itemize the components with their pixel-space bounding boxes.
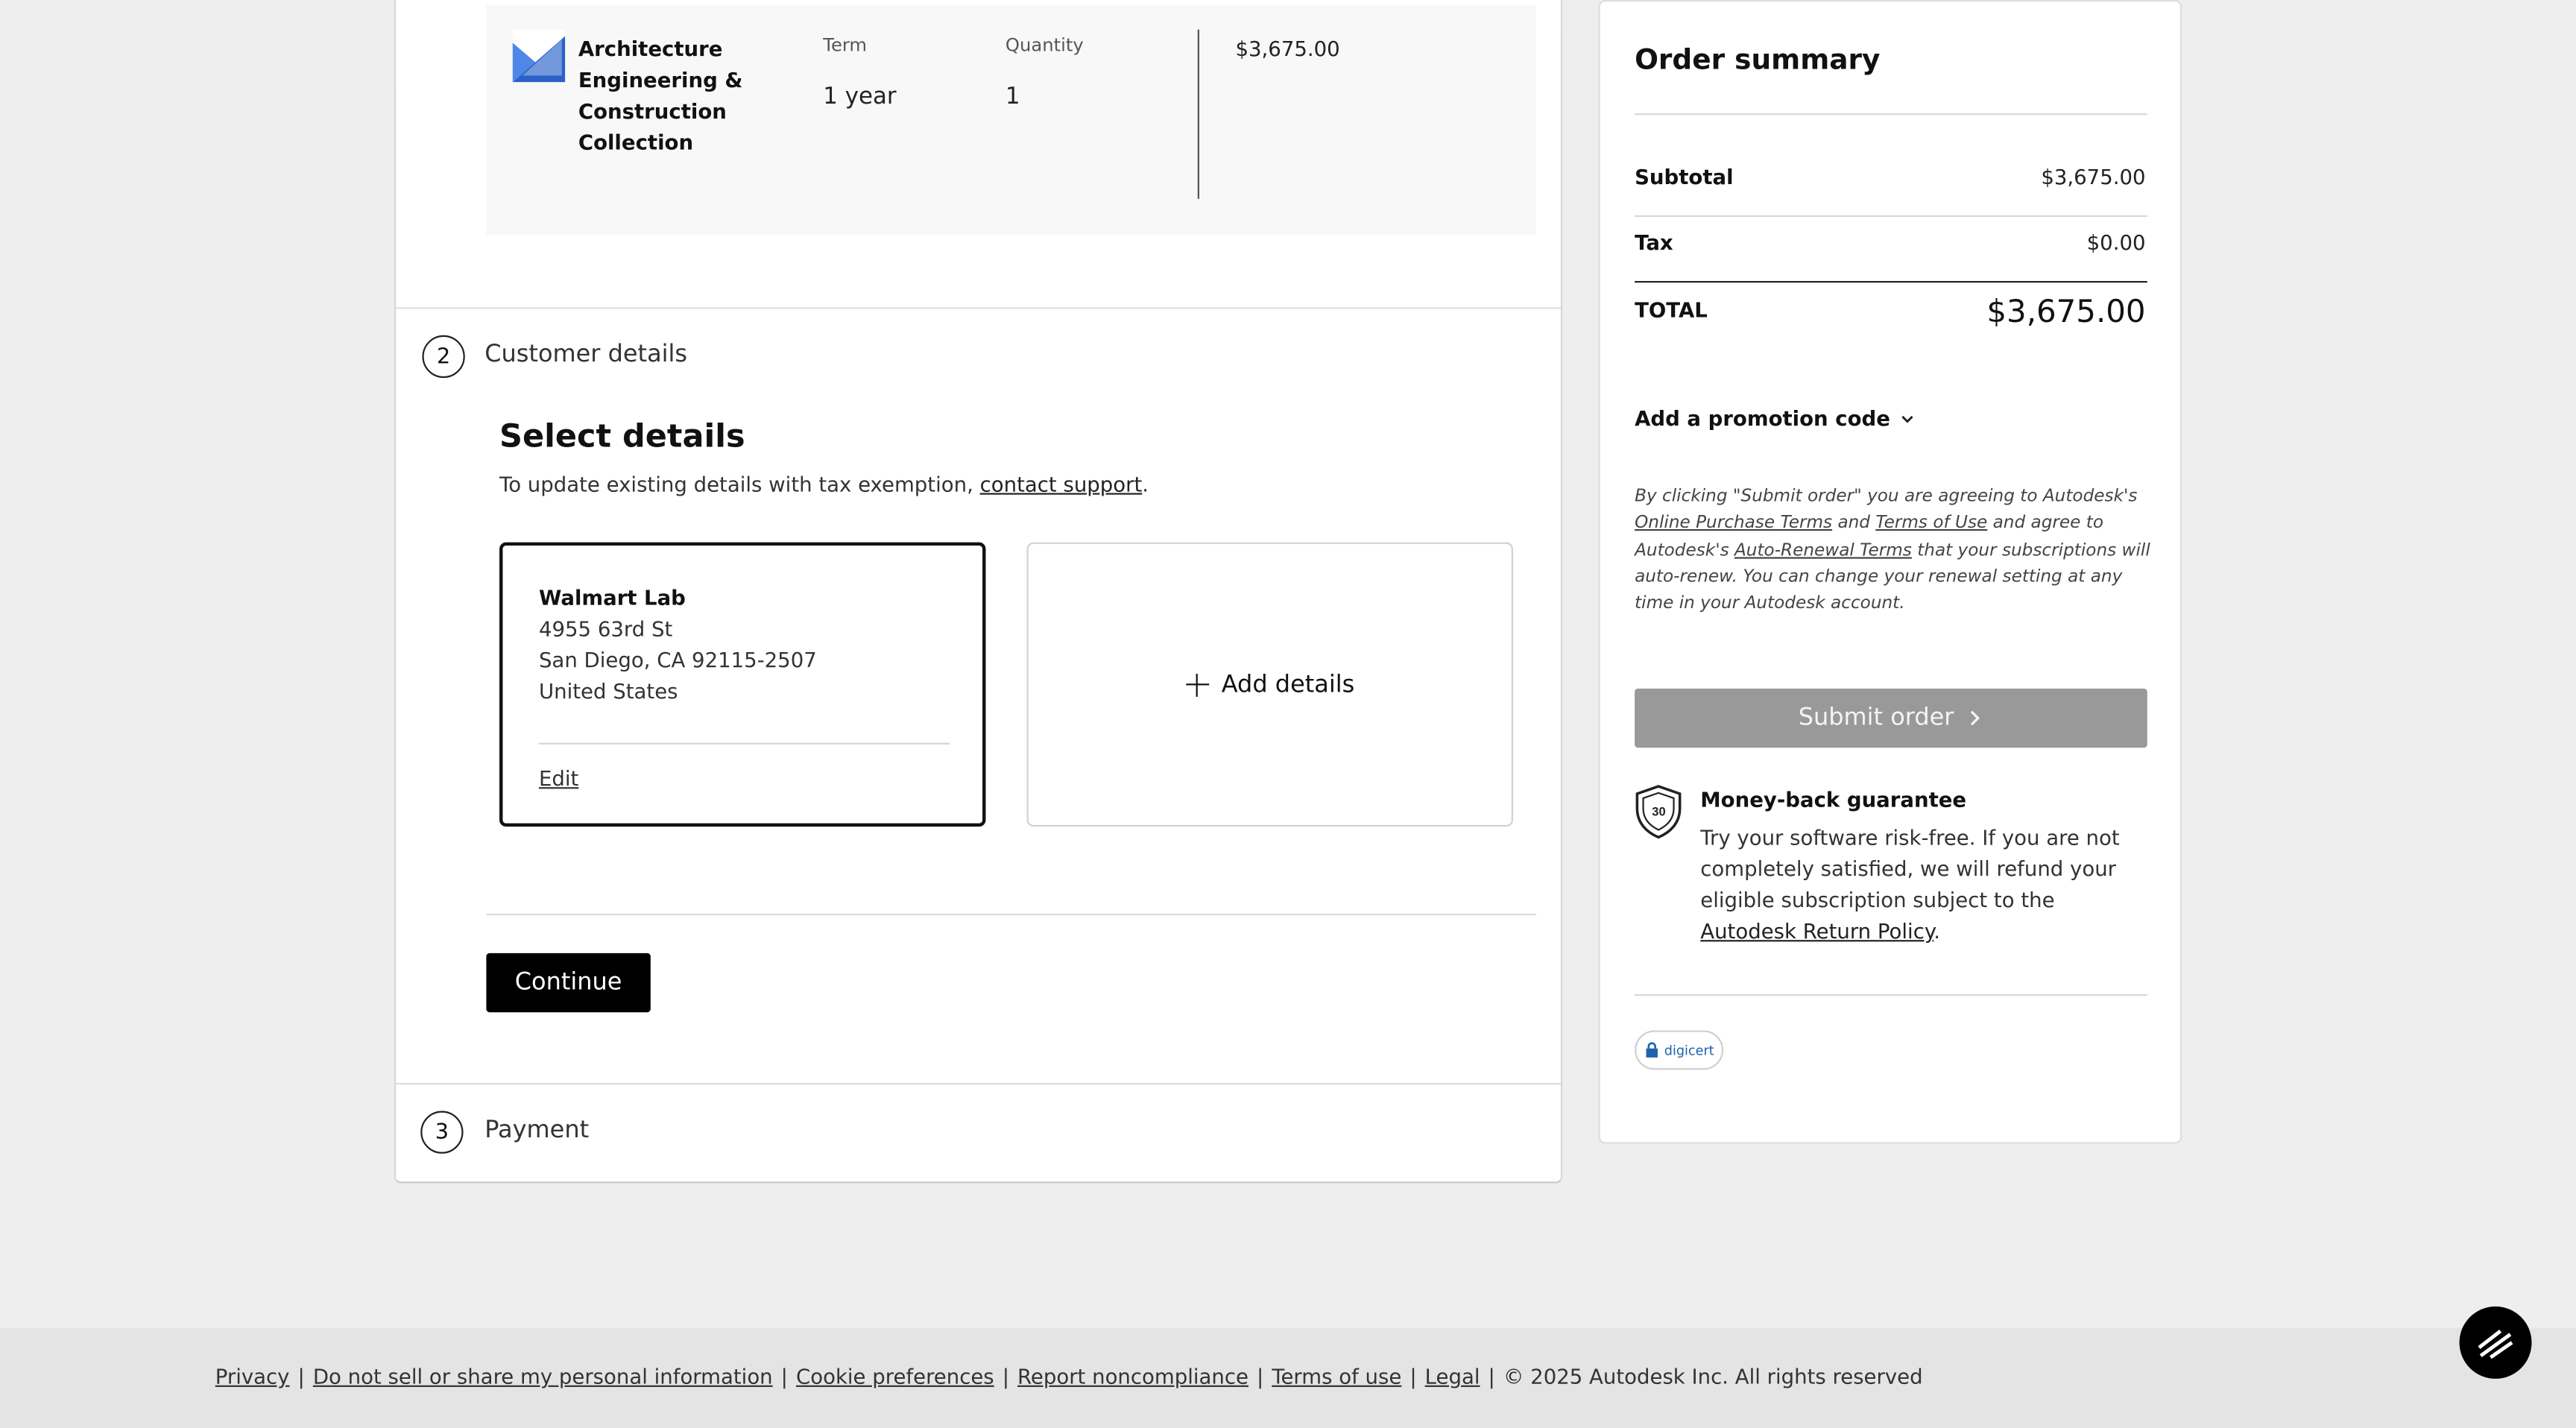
footer-link-report-noncompliance[interactable]: Report noncompliance [1017,1364,1248,1388]
money-back-text: Try your software risk-free. If you are … [1700,824,2120,944]
online-purchase-terms-link[interactable]: Online Purchase Terms [1635,514,1832,533]
chevron-right-icon [1971,710,1980,726]
chat-icon [2478,1330,2513,1359]
footer: Privacy | Do not sell or share my person… [0,1327,2576,1428]
add-details-card[interactable]: Add details [1026,542,1513,827]
summary-divider [1635,113,2147,116]
address-card-selected[interactable]: Walmart Lab 4955 63rd St San Diego, CA 9… [499,542,986,827]
edit-address-link[interactable]: Edit [539,765,578,790]
footer-link-cookie-preferences[interactable]: Cookie preferences [796,1364,994,1388]
term-label: Term [823,34,868,56]
summary-divider [1635,215,2147,218]
aec-collection-logo-icon [512,29,566,83]
submit-order-button[interactable]: Submit order [1635,688,2147,748]
term-value: 1 year [823,83,897,110]
order-summary-title: Order summary [1635,44,1881,78]
plus-icon [1185,672,1209,696]
chevron-down-icon [1901,414,1913,423]
digicert-seal[interactable]: digicert [1635,1030,1724,1070]
address-company: Walmart Lab [538,584,686,610]
add-details-label: Add details [1221,671,1355,698]
footer-copyright: © 2025 Autodesk Inc. All rights reserved [1503,1364,1923,1389]
svg-text:30: 30 [1652,805,1665,819]
quantity-label: Quantity [1005,34,1084,56]
step-label-customer[interactable]: Customer details [484,342,687,368]
product-line-item: Architecture Engineering & Construction … [486,4,1536,236]
tax-label: Tax [1635,230,1673,255]
step-number-customer: 2 [422,335,465,379]
footer-link-legal[interactable]: Legal [1425,1364,1480,1388]
section-divider [396,307,1561,309]
footer-link-terms-of-use[interactable]: Terms of use [1272,1364,1401,1388]
digicert-label: digicert [1664,1043,1714,1058]
address-city: San Diego, CA 92115-2507 [538,647,817,672]
summary-divider [1635,281,2147,283]
step-label-payment[interactable]: Payment [484,1117,589,1143]
auto-renewal-terms-link[interactable]: Auto-Renewal Terms [1734,540,1912,560]
product-name: Architecture Engineering & Construction … [578,36,743,155]
footer-link-privacy[interactable]: Privacy [215,1364,290,1388]
tax-value: $0.00 [2086,230,2146,255]
order-summary: Order summary Subtotal $3,675.00 Tax $0.… [1598,0,2182,1144]
return-policy-link[interactable]: Autodesk Return Policy [1700,919,1933,944]
tax-exemption-note: To update existing details with tax exem… [499,471,1149,496]
summary-divider [1635,993,2147,996]
product-price: $3,675.00 [1235,36,1340,61]
chat-button[interactable] [2459,1306,2532,1379]
promotion-code-label: Add a promotion code [1635,405,1890,431]
select-details-title: Select details [499,417,745,455]
section-divider [396,1083,1561,1085]
footer-link-do-not-sell[interactable]: Do not sell or share my personal informa… [313,1364,773,1388]
lock-icon [1646,1042,1658,1058]
continue-button[interactable]: Continue [486,952,651,1013]
footer-links: Privacy | Do not sell or share my person… [215,1364,1923,1389]
total-value: $3,675.00 [1986,294,2146,331]
submit-order-label: Submit order [1798,704,1954,732]
quantity-value: 1 [1005,83,1020,110]
promotion-code-toggle[interactable]: Add a promotion code [1635,406,1915,431]
shield-30-icon: 30 [1635,785,1682,839]
vertical-divider [1197,29,1199,199]
address-country: United States [538,678,678,704]
subtotal-label: Subtotal [1635,164,1734,189]
checkout-panel: Architecture Engineering & Construction … [394,0,1563,1184]
money-back-title: Money-back guarantee [1700,787,1967,812]
contact-support-link[interactable]: contact support [980,472,1143,496]
section-divider [486,913,1536,916]
subtotal-value: $3,675.00 [2041,164,2146,189]
terms-of-use-link[interactable]: Terms of Use [1875,514,1987,533]
address-divider [538,742,950,745]
step-number-payment: 3 [420,1111,464,1154]
legal-agreement-text: By clicking "Submit order" you are agree… [1635,486,2150,613]
address-street: 4955 63rd St [538,616,673,641]
total-label: TOTAL [1635,297,1708,323]
